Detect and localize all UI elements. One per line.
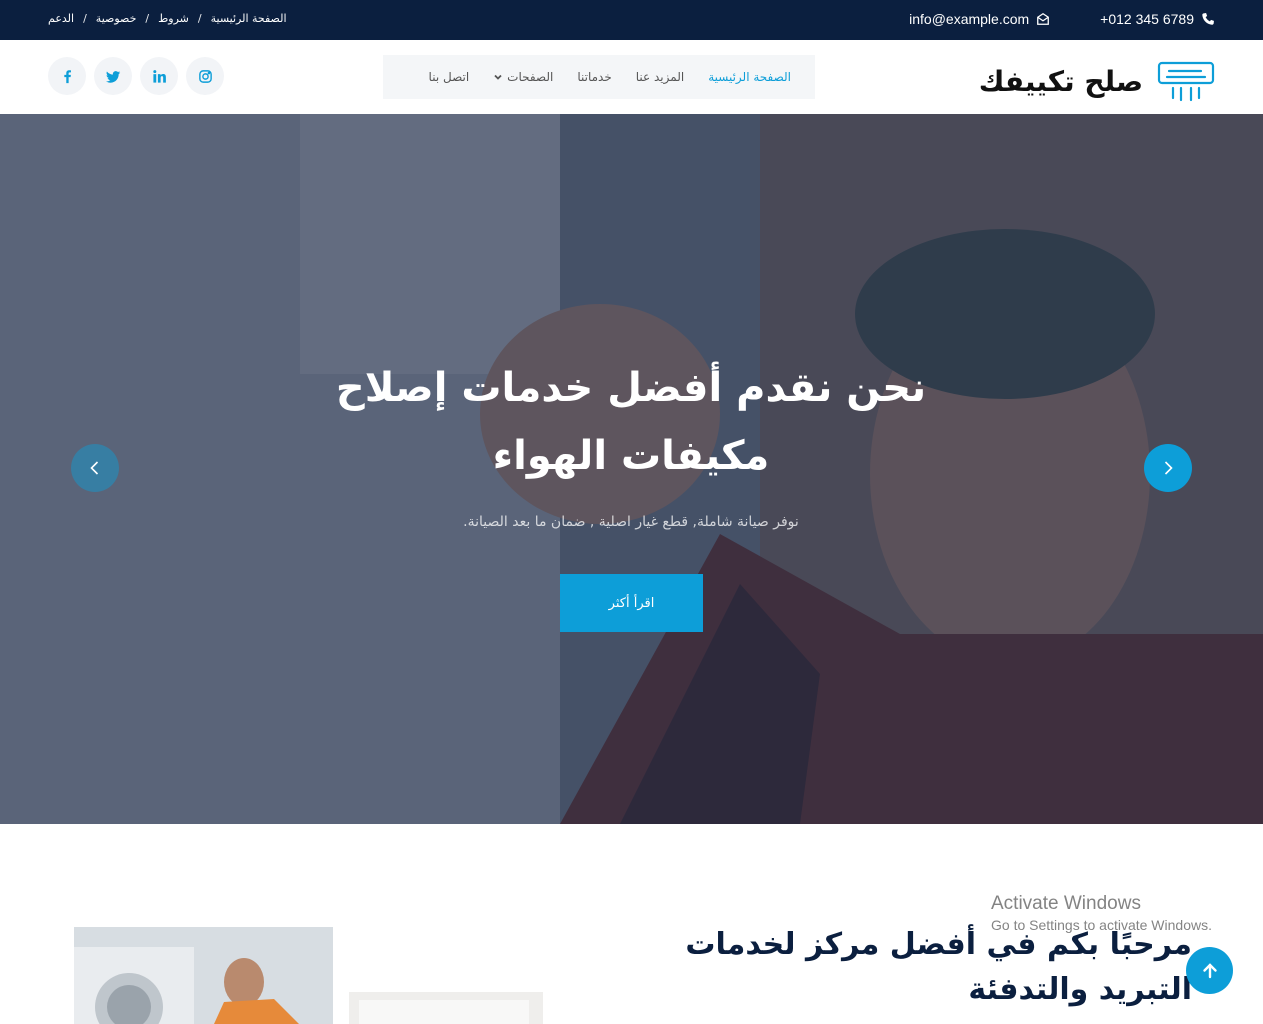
linkedin-button[interactable] — [140, 57, 178, 95]
top-link-home[interactable]: الصفحة الرئيسية — [211, 12, 287, 25]
slider-prev-button[interactable] — [71, 444, 119, 492]
facebook-button[interactable] — [48, 57, 86, 95]
brand-name: صلح تكييفك — [978, 64, 1143, 98]
hero-title: نحن نقدم أفضل خدمات إصلاح مكيفات الهواء — [335, 365, 927, 479]
back-to-top-button[interactable] — [1186, 947, 1233, 994]
nav-item-pages[interactable]: الصفحات — [493, 70, 553, 84]
nav-item-home[interactable]: الصفحة الرئيسية — [708, 70, 791, 84]
navbar: الصفحة الرئيسية المزيد عنا خدماتنا الصفح… — [0, 40, 1263, 114]
top-link-terms[interactable]: شروط — [158, 12, 189, 25]
envelope-open-icon — [1037, 12, 1050, 25]
activate-windows-watermark: Activate Windows Go to Settings to activ… — [991, 893, 1212, 933]
top-link-support[interactable]: الدعم — [48, 12, 74, 25]
phone-item[interactable]: +012 345 6789 — [1100, 11, 1215, 27]
contact-info: info@example.com +012 345 6789 — [909, 11, 1215, 27]
arrow-up-icon — [1202, 962, 1217, 978]
top-bar: الصفحة الرئيسية / شروط / خصوصية / الدعم … — [0, 0, 1263, 40]
hero-subtitle: نوفر صيانة شاملة, قطع غيار اصلية , ضمان … — [463, 514, 799, 530]
slider-next-button[interactable] — [1144, 444, 1192, 492]
phone-icon — [1202, 13, 1214, 25]
watermark-title: Activate Windows — [991, 893, 1141, 914]
watermark-subtitle: Go to Settings to activate Windows. — [991, 917, 1212, 933]
instagram-button[interactable] — [186, 57, 224, 95]
main-menu: الصفحة الرئيسية المزيد عنا خدماتنا الصفح… — [383, 55, 815, 99]
nav-item-services[interactable]: خدماتنا — [577, 70, 611, 84]
nav-item-label: الصفحات — [507, 70, 554, 84]
phone-text: +012 345 6789 — [1100, 11, 1194, 27]
twitter-icon — [105, 70, 120, 83]
social-links — [48, 57, 224, 95]
chevron-right-icon — [1164, 461, 1173, 475]
twitter-button[interactable] — [94, 57, 132, 95]
brand[interactable]: صلح تكييفك — [979, 60, 1215, 102]
read-more-button[interactable]: اقرأ أكثر — [560, 574, 703, 632]
technician-photo — [74, 927, 333, 1024]
ac-unit-photo — [349, 992, 543, 1024]
hero-content: نحن نقدم أفضل خدمات إصلاح مكيفات الهواء … — [0, 114, 1263, 824]
chevron-left-icon — [90, 461, 99, 475]
instagram-icon — [198, 69, 212, 83]
separator: / — [145, 12, 150, 25]
facebook-icon — [63, 69, 71, 83]
chevron-down-icon — [494, 74, 502, 80]
nav-item-label: خدماتنا — [577, 70, 612, 84]
nav-item-contact[interactable]: اتصل بنا — [429, 70, 470, 84]
top-link-privacy[interactable]: خصوصية — [96, 12, 137, 25]
email-item[interactable]: info@example.com — [909, 11, 1050, 27]
technician-image — [74, 927, 333, 1024]
separator: / — [197, 12, 202, 25]
nav-item-label: الصفحة الرئيسية — [708, 70, 791, 84]
separator: / — [83, 12, 87, 25]
linkedin-icon — [152, 69, 166, 83]
hero-slider: نحن نقدم أفضل خدمات إصلاح مكيفات الهواء … — [0, 114, 1263, 824]
nav-item-about[interactable]: المزيد عنا — [636, 70, 684, 84]
nav-item-label: المزيد عنا — [635, 70, 685, 84]
email-text: info@example.com — [909, 11, 1030, 27]
nav-item-label: اتصل بنا — [428, 70, 470, 84]
top-links: الصفحة الرئيسية / شروط / خصوصية / الدعم — [48, 12, 287, 25]
ac-unit-image — [349, 992, 543, 1024]
air-conditioner-icon — [1157, 61, 1215, 102]
welcome-title: مرحبًا بكم في أفضل مركز لخدمات التبريد و… — [685, 927, 1192, 1007]
